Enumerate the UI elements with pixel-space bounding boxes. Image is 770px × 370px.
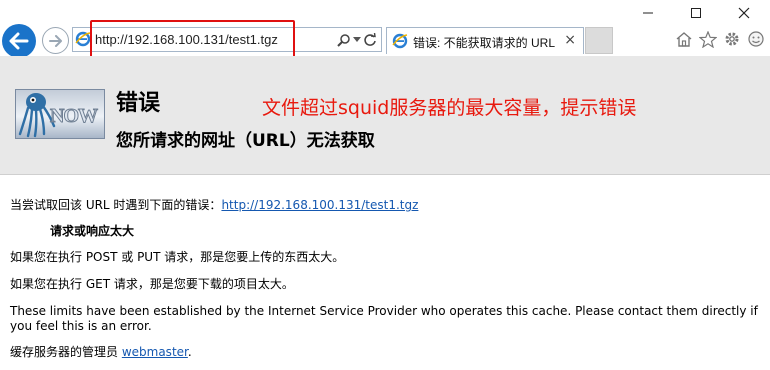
home-icon[interactable] bbox=[674, 28, 694, 50]
tab-title: 错误: 不能获取请求的 URL bbox=[413, 36, 556, 50]
refresh-icon[interactable] bbox=[363, 30, 377, 50]
gear-icon[interactable] bbox=[722, 28, 742, 50]
red-annotation: 文件超过squid服务器的最大容量，提示错误 bbox=[262, 97, 637, 119]
page-subtitle: 您所请求的网址（URL）无法获取 bbox=[116, 131, 375, 151]
close-icon[interactable] bbox=[720, 3, 768, 23]
new-tab-button[interactable] bbox=[585, 27, 613, 54]
admin-line: 缓存服务器的管理员 webmaster. bbox=[10, 345, 192, 360]
dropdown-arrow-icon[interactable] bbox=[353, 30, 361, 50]
address-highlight-box bbox=[90, 20, 295, 58]
intro-text: 当尝试取回该 URL 时遇到下面的错误： bbox=[10, 198, 222, 212]
tab-error-page[interactable]: 错误: 不能获取请求的 URL × bbox=[386, 27, 584, 54]
error-banner: NOW 错误 您所请求的网址（URL）无法获取 文件超过squid服务器的最大容… bbox=[0, 56, 770, 175]
squid-logo: NOW bbox=[15, 89, 105, 139]
page-title: 错误 bbox=[116, 91, 161, 116]
tab-close-icon[interactable]: × bbox=[564, 32, 576, 48]
intro-line: 当尝试取回该 URL 时遇到下面的错误：http://192.168.100.1… bbox=[10, 198, 418, 213]
back-button[interactable] bbox=[2, 24, 36, 58]
minimize-icon[interactable] bbox=[624, 3, 672, 23]
requested-url-link[interactable]: http://192.168.100.131/test1.tgz bbox=[221, 198, 418, 212]
webmaster-link[interactable]: webmaster bbox=[122, 345, 188, 359]
admin-text: 缓存服务器的管理员 bbox=[10, 345, 122, 359]
error-heading: 请求或响应太大 bbox=[50, 224, 135, 238]
window-controls bbox=[624, 3, 768, 23]
star-icon[interactable] bbox=[698, 28, 718, 50]
forward-button[interactable] bbox=[42, 27, 69, 54]
smiley-icon[interactable] bbox=[746, 28, 766, 50]
limits-text: These limits have been established by th… bbox=[10, 304, 758, 333]
ie-icon bbox=[392, 33, 408, 53]
forward-arrow-icon bbox=[48, 34, 62, 47]
maximize-icon[interactable] bbox=[672, 3, 720, 23]
admin-suffix: . bbox=[187, 345, 192, 359]
logo-text: NOW bbox=[50, 105, 99, 128]
search-icon[interactable] bbox=[337, 30, 351, 50]
post-put-text: 如果您在执行 POST 或 PUT 请求，那是您要上传的东西太大。 bbox=[10, 250, 345, 264]
get-text: 如果您在执行 GET 请求，那是您要下载的项目太大。 bbox=[10, 277, 294, 291]
ie-icon bbox=[75, 31, 91, 51]
back-arrow-icon bbox=[9, 32, 29, 50]
browser-chrome: http://192.168.100.131/test1.tgz 错误: 不能获… bbox=[0, 0, 770, 58]
